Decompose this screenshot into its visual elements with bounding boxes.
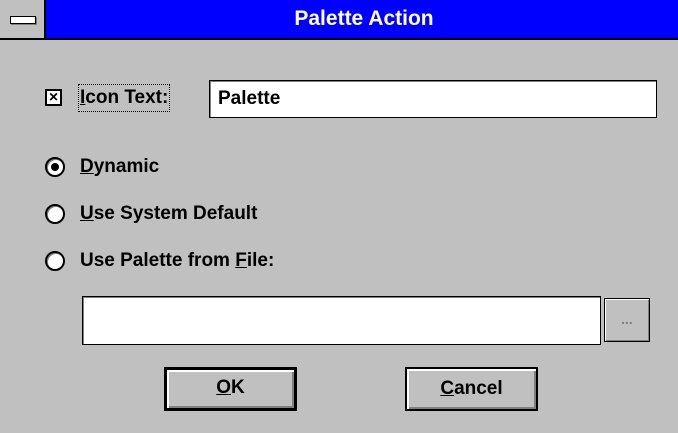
system-default-radio[interactable] [45,204,65,224]
icon-text-input[interactable]: Palette [209,80,657,118]
palette-file-path-input[interactable] [82,296,601,345]
browse-button[interactable]: ... [604,298,650,342]
radio-selected-dot [51,163,59,171]
title-bar: Palette Action [0,0,678,40]
palette-from-file-radio[interactable] [45,251,65,271]
ok-button[interactable]: OK [164,367,297,411]
palette-from-file-label: Use Palette from File: [80,250,275,271]
icon-text-label: Icon Text: [77,84,171,112]
icon-text-checkbox[interactable]: × [45,89,62,106]
dynamic-label: Dynamic [80,156,160,177]
cancel-button[interactable]: Cancel [405,367,538,411]
system-menu-icon [10,16,36,24]
dynamic-radio[interactable] [45,157,65,177]
icon-text-value: Palette [218,88,281,109]
system-default-label: Use System Default [80,203,258,224]
window-title: Palette Action [294,7,434,30]
system-menu-button[interactable] [0,0,46,38]
